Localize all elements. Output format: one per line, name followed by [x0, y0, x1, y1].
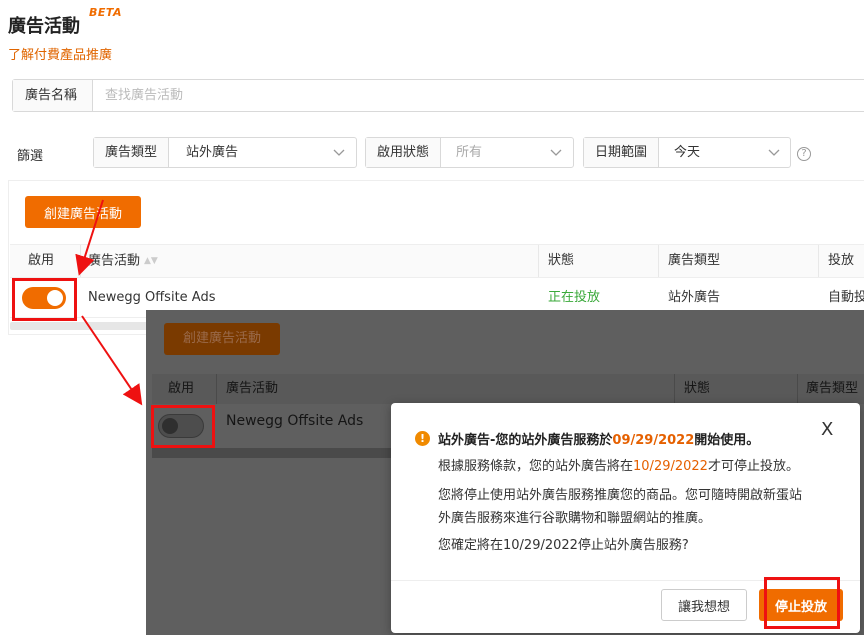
dialog-title-date: 09/29/2022 — [612, 433, 695, 448]
dialog-terms-line: 根據服務條款，您的站外廣告將在10/29/2022才可停止投放。 — [438, 455, 799, 478]
horizontal-scrollbar[interactable] — [10, 322, 150, 330]
campaign-search-input[interactable] — [101, 80, 841, 111]
date-range-filter-value: 今天 — [674, 145, 701, 160]
search-label: 廣告名稱 — [13, 80, 93, 111]
column-header-campaign[interactable]: 廣告活動 ▲▼ — [88, 245, 158, 277]
dialog-description-line-2: 外廣告服務來進行谷歌購物和聯盟網站的推廣。 — [438, 511, 712, 526]
highlight-box-toggle — [12, 278, 77, 321]
dialog-title-prefix: 站外廣告-您的站外廣告服務於 — [438, 433, 613, 448]
terms-date: 10/29/2022 — [633, 459, 708, 474]
help-icon[interactable]: ? — [797, 147, 811, 161]
column-header-status: 狀態 — [548, 253, 575, 268]
highlight-box-toggle-off — [151, 405, 215, 448]
dialog-title: 站外廣告-您的站外廣告服務於09/29/2022開始使用。 — [438, 429, 759, 448]
dimmed-column-ad-type: 廣告類型 — [806, 381, 859, 396]
status-filter[interactable]: 啟用狀態 所有 — [365, 137, 574, 168]
column-header-ad-type: 廣告類型 — [668, 253, 721, 268]
dimmed-column-campaign: 廣告活動 — [226, 381, 279, 396]
dimmed-campaign-name: Newegg Offsite Ads — [226, 413, 364, 429]
create-campaign-button-dimmed: 創建廣告活動 — [164, 323, 280, 355]
highlight-box-stop-button — [764, 577, 840, 629]
column-header-enabled: 啟用 — [28, 253, 55, 268]
status-filter-label: 啟用狀態 — [366, 138, 442, 167]
chevron-down-icon — [550, 149, 562, 156]
date-range-filter-label: 日期範圍 — [584, 138, 660, 167]
create-campaign-button[interactable]: 創建廣告活動 — [25, 196, 141, 228]
dimmed-scrollbar — [152, 448, 392, 458]
dialog-title-suffix: 開始使用。 — [694, 433, 760, 448]
terms-prefix: 根據服務條款，您的站外廣告將在 — [438, 459, 634, 474]
ad-type-filter-value: 站外廣告 — [186, 145, 239, 160]
status-filter-value: 所有 — [456, 145, 483, 160]
beta-badge: BETA — [89, 6, 123, 19]
ad-type-filter-label: 廣告類型 — [94, 138, 170, 167]
dialog-confirm-question: 您確定將在10/29/2022停止站外廣告服務? — [438, 538, 689, 553]
table-header: 啟用 廣告活動 ▲▼ 狀態 廣告類型 投放 — [10, 244, 864, 278]
dimmed-column-status: 狀態 — [684, 381, 711, 396]
let-me-think-button[interactable]: 讓我想想 — [661, 589, 747, 621]
learn-paid-promotion-link[interactable]: 了解付費產品推廣 — [8, 44, 112, 63]
column-header-campaign-label: 廣告活動 — [88, 253, 141, 269]
date-range-filter[interactable]: 日期範圍 今天 — [583, 137, 791, 168]
sort-icon: ▲▼ — [144, 256, 158, 266]
dimmed-table-header: 啟用 廣告活動 狀態 廣告類型 — [152, 374, 864, 404]
filter-label: 篩選 — [17, 149, 44, 164]
dialog-description-line-1: 您將停止使用站外廣告服務推廣您的商品。您可隨時開啟新蛋站 — [438, 488, 803, 503]
close-icon[interactable]: X — [821, 419, 833, 440]
terms-suffix: 才可停止投放。 — [707, 459, 799, 474]
warning-icon: ! — [415, 431, 430, 446]
chevron-down-icon — [768, 149, 780, 156]
page-title: 廣告活動 — [8, 16, 80, 37]
column-header-delivery: 投放 — [828, 253, 855, 268]
campaign-search-box: 廣告名稱 — [12, 79, 864, 112]
dimmed-column-enabled: 啟用 — [168, 381, 195, 396]
ad-type-filter[interactable]: 廣告類型 站外廣告 — [93, 137, 357, 168]
chevron-down-icon — [333, 149, 345, 156]
